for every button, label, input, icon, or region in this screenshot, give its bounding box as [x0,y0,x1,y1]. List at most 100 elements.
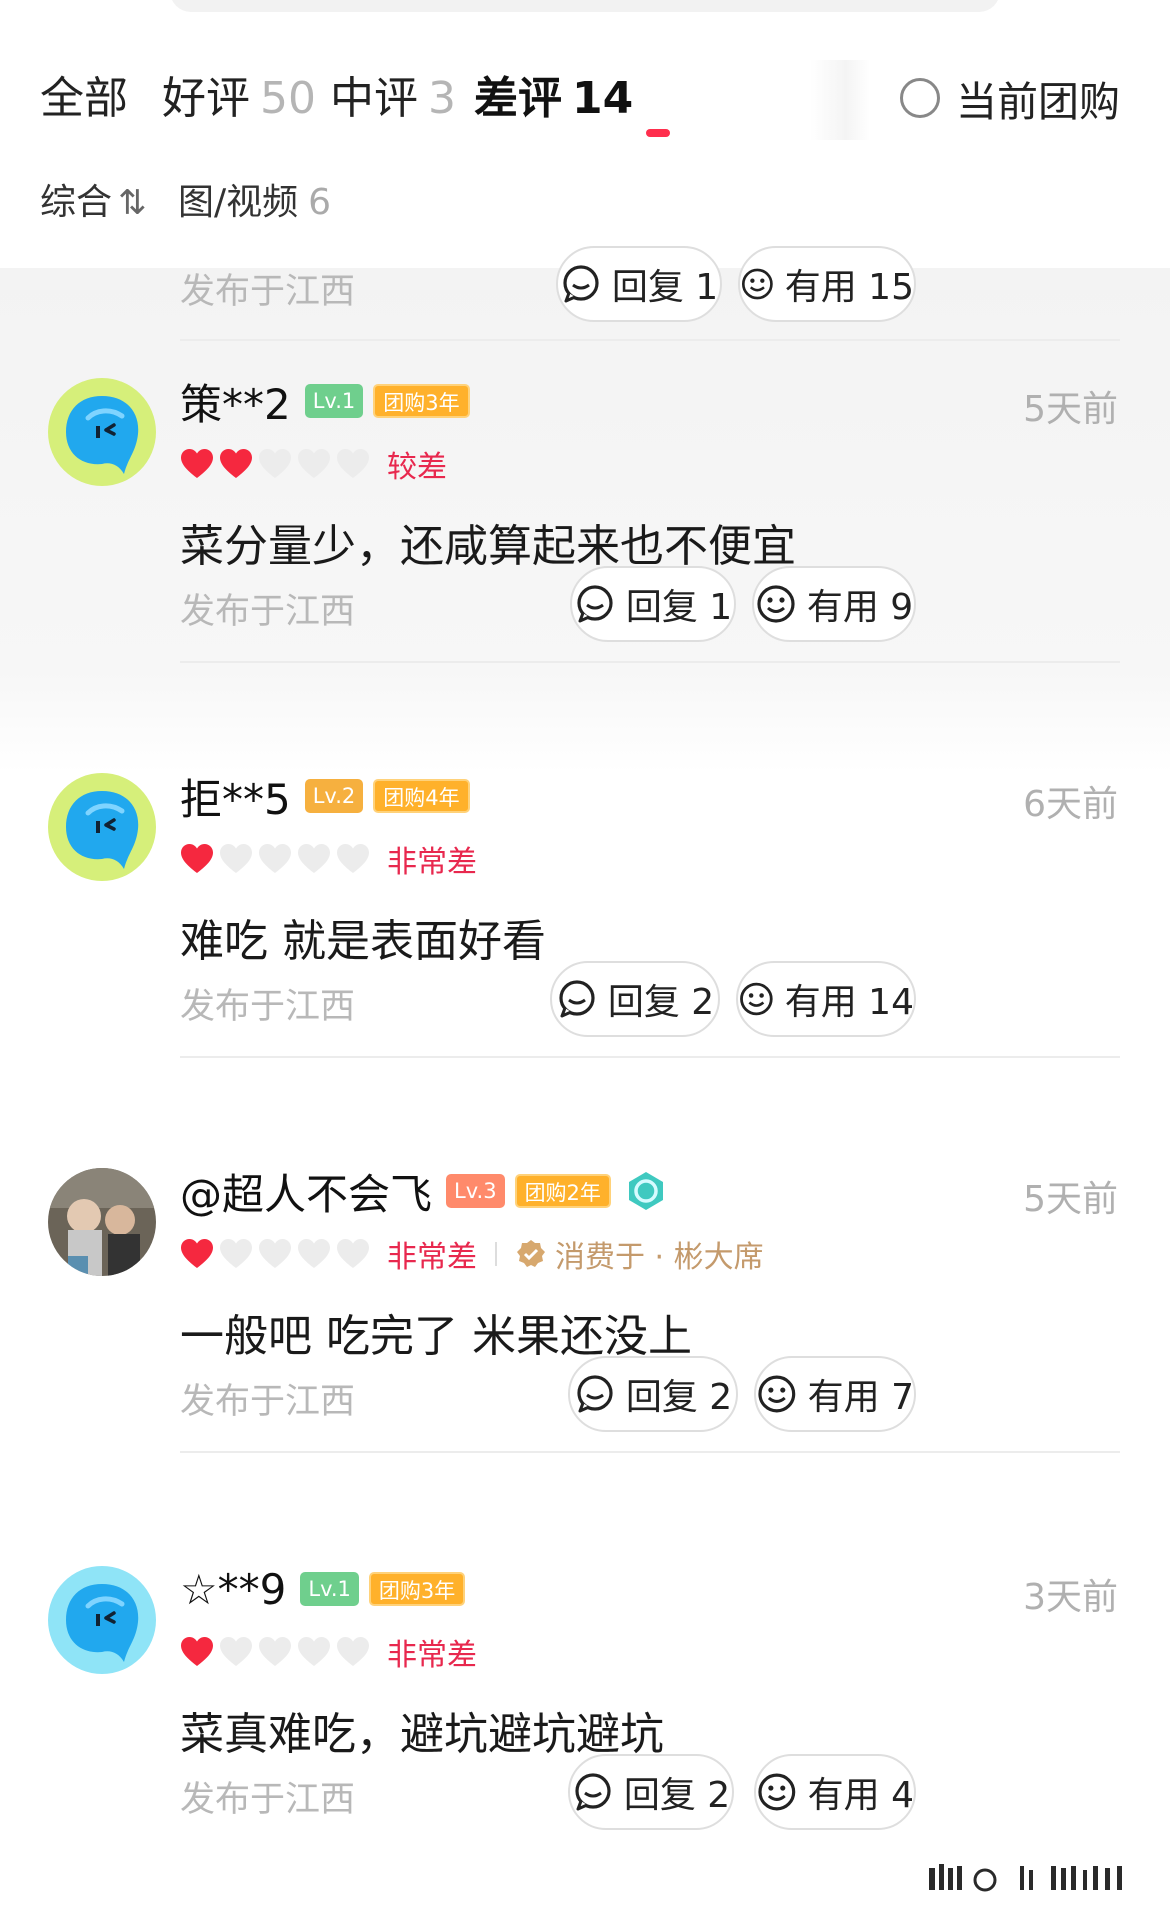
comment-icon [563,265,599,303]
heart-icon [259,1239,291,1268]
heart-icon [220,1239,252,1268]
rating-label: 非常差 [387,1638,477,1673]
review-footer: 发布于江西 回复 2 有用 7 [0,1356,1170,1436]
active-tab-indicator [646,129,670,137]
review-time: 5天前 [1023,1179,1118,1220]
review-header: 拒**5 Lv.2 团购4年 [180,771,480,824]
heart-icon [337,1637,369,1666]
useful-button[interactable]: 有用 14 [736,961,916,1037]
review-text: 菜真难吃，避坑避坑避坑 [180,1709,664,1760]
radio-icon[interactable] [900,78,940,118]
heart-icon [220,449,252,478]
reply-button[interactable]: 回复 2 [550,961,720,1037]
watermark-icon [929,1864,1122,1892]
current-group-buy-filter[interactable]: 当前团购 [900,68,1120,128]
review-list: 发布于江西 回复 1 有用 15 策**2 Lv.1 团购3年 5天前 较差 菜分量少，还… [0,246,1170,1921]
separator [495,1242,497,1266]
heart-icon [337,1239,369,1268]
review-footer: 发布于江西 回复 1 有用 15 [0,246,1170,326]
review-divider [180,339,1120,341]
review-header: ☆**9 Lv.1 团购3年 [180,1564,475,1614]
avatar[interactable] [48,378,156,486]
tab-positive[interactable]: 好评 50 [162,62,316,126]
verified-badge-icon [517,1240,545,1267]
tab-negative[interactable]: 差评 14 [474,62,633,126]
smile-icon [757,585,795,623]
rating: 较差 [180,444,447,485]
review-time: 5天前 [1023,389,1118,430]
rating-label: 非常差 [387,1240,477,1275]
useful-button[interactable]: 有用 9 [752,566,916,642]
reply-button[interactable]: 回复 1 [556,246,722,322]
level-badge: Lv.1 [300,1572,359,1606]
avatar[interactable] [48,1566,156,1674]
consumed-at[interactable]: 消费于 · 彬大席 [515,1232,764,1276]
heart-icon [220,1637,252,1666]
avatar[interactable] [48,773,156,881]
review-header: 策**2 Lv.1 团购3年 [180,376,480,429]
review-footer: 发布于江西 回复 1 有用 9 [0,566,1170,646]
comment-icon [575,1773,611,1811]
heart-icon [298,1637,330,1666]
location-text: 发布于江西 [180,1780,356,1820]
heart-icon [298,844,330,873]
avatar[interactable] [48,1168,156,1276]
review-item: 拒**5 Lv.2 团购4年 6天前 非常差 难吃 就是表面好看 发布于江西 回复 2 有用 1… [0,773,1170,1153]
heart-icon [181,1239,213,1268]
heart-icon [337,449,369,478]
rating-label: 非常差 [387,845,477,880]
tab-scroll-fade [810,60,870,140]
rating: 非常差 [180,839,477,880]
review-divider [180,1056,1120,1058]
heart-icon [181,844,213,873]
username[interactable]: @超人不会飞 [180,1161,432,1222]
level-badge: Lv.3 [446,1174,505,1208]
rating: 非常差 消费于 · 彬大席 [180,1232,764,1276]
location-text: 发布于江西 [180,272,356,312]
comment-icon [559,980,595,1018]
group-buy-years-badge: 团购4年 [373,779,470,813]
review-time: 6天前 [1023,784,1118,825]
username[interactable]: 策**2 [180,371,291,432]
heart-icon [337,844,369,873]
review-footer: 发布于江西 回复 2 有用 14 [0,961,1170,1041]
sub-filters: 综合 ⇅ 图/视频 6 [0,165,1170,225]
review-text: 一般吧 吃完了 米果还没上 [180,1311,692,1362]
rating: 非常差 [180,1632,477,1673]
search-bar-edge[interactable] [170,0,1000,12]
username[interactable]: 拒**5 [180,766,291,827]
sort-icon: ⇅ [118,183,147,223]
useful-button[interactable]: 有用 7 [754,1356,916,1432]
heart-icon [181,449,213,478]
heart-icon [220,844,252,873]
smile-icon [740,982,773,1016]
review-divider [180,661,1120,663]
tab-all[interactable]: 全部 [40,62,128,126]
reply-button[interactable]: 回复 2 [568,1356,738,1432]
heart-icon [259,1637,291,1666]
heart-icon [259,449,291,478]
group-buy-years-badge: 团购3年 [373,384,470,418]
useful-button[interactable]: 有用 4 [754,1754,916,1830]
heart-icon [259,844,291,873]
comment-icon [577,585,613,623]
sort-filter[interactable]: 综合 ⇅ [40,173,147,225]
heart-icon [298,449,330,478]
username[interactable]: ☆**9 [180,1565,286,1614]
review-item: @超人不会飞 Lv.3 团购2年 5天前 非常差 消费于 · 彬大席 一般吧 吃完了 米果还… [0,1168,1170,1548]
review-time: 3天前 [1023,1577,1118,1618]
tab-neutral[interactable]: 中评 3 [330,62,456,126]
useful-button[interactable]: 有用 15 [738,246,916,322]
review-divider [180,1451,1120,1453]
heart-icon [298,1239,330,1268]
location-text: 发布于江西 [180,1382,356,1422]
smile-icon [741,268,773,300]
reply-button[interactable]: 回复 1 [570,566,736,642]
member-medal-icon [628,1172,663,1210]
media-filter[interactable]: 图/视频 6 [178,173,331,225]
location-text: 发布于江西 [180,592,356,632]
review-text: 菜分量少，还咸算起来也不便宜 [180,521,796,572]
smile-icon [758,1375,796,1413]
reply-button[interactable]: 回复 2 [568,1754,734,1830]
review-item: 策**2 Lv.1 团购3年 5天前较差菜分量少，还咸算起来也不便宜发布于江西 回复 1… [0,378,1170,758]
